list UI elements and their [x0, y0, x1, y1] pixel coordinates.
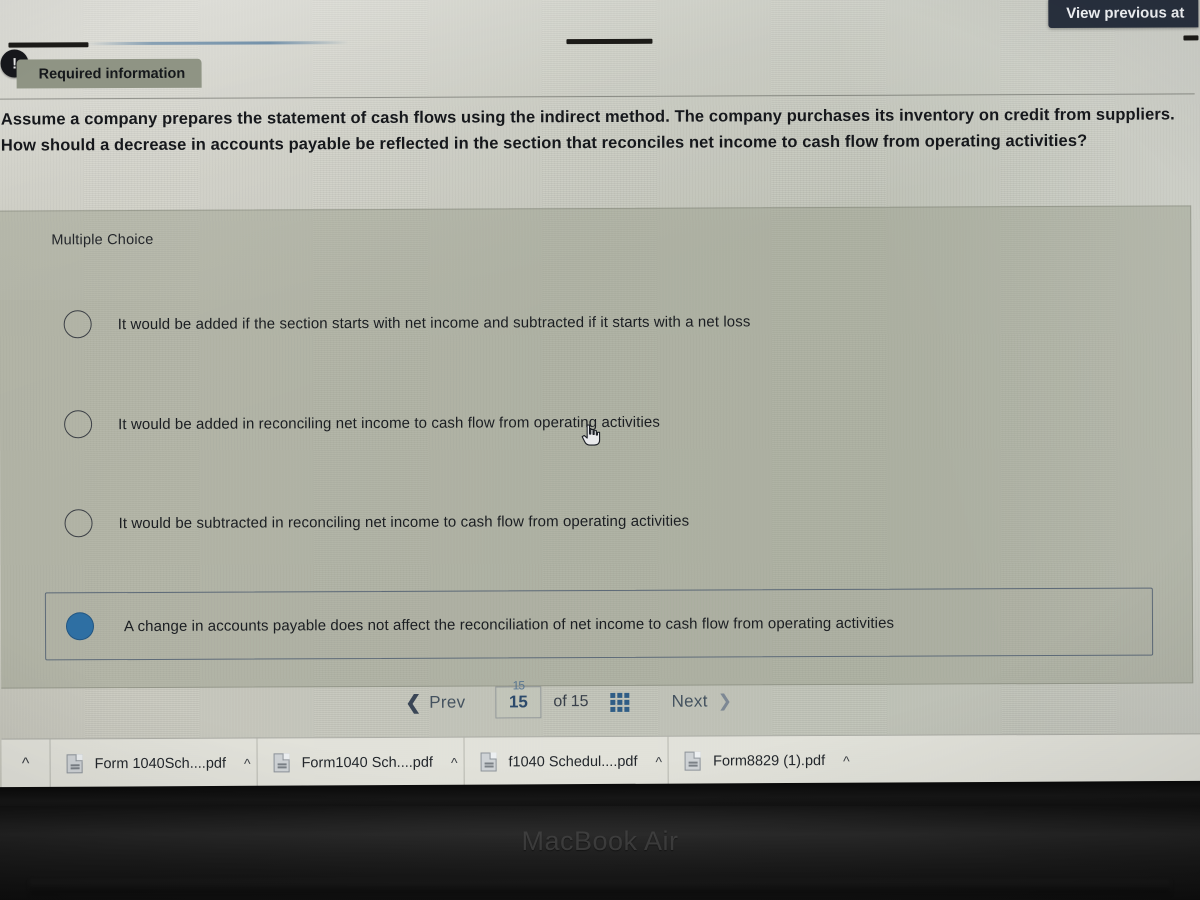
redaction-bar-left — [8, 42, 89, 48]
redaction-bar-center — [566, 38, 653, 45]
chevron-up-icon-1[interactable]: ^ — [244, 755, 251, 771]
choice-label-3: It would be subtracted in reconciling ne… — [118, 512, 690, 532]
pdf-file-icon — [480, 752, 497, 772]
browser-page: View previous at ! Required information … — [0, 0, 1200, 793]
chevron-up-icon-3[interactable]: ^ — [655, 753, 662, 769]
download-item-2[interactable]: Form1040 Sch....pdf ^ — [256, 737, 464, 789]
radio-button-4[interactable] — [65, 612, 95, 641]
pdf-file-icon — [685, 751, 702, 771]
pdf-file-icon — [66, 754, 83, 774]
download-filename-3: f1040 Schedul....pdf — [508, 753, 638, 770]
chevron-up-icon-4[interactable]: ^ — [843, 752, 850, 768]
redaction-bar-right — [1183, 35, 1199, 41]
question-type-label: Multiple Choice — [51, 231, 154, 249]
download-item-1[interactable]: Form 1040Sch....pdf ^ — [49, 738, 257, 789]
choice-option-4[interactable]: A change in accounts payable does not af… — [44, 587, 1154, 661]
download-item-3[interactable]: f1040 Schedul....pdf ^ — [463, 736, 669, 788]
question-pagination: ❮ Prev 15 15 of 15 Next ❯ — [405, 678, 805, 723]
radio-button-1[interactable] — [63, 310, 92, 339]
page-number-value: 15 — [508, 692, 528, 712]
required-information-label: Required information — [38, 65, 186, 82]
page-number-ghost: 15 — [512, 678, 525, 693]
chevron-up-icon-2[interactable]: ^ — [451, 754, 458, 770]
prev-button[interactable]: Prev — [429, 693, 465, 713]
shelf-expand-icon[interactable]: ^ — [2, 755, 50, 773]
download-shelf: ^ Form 1040Sch....pdf ^ Form1040 Sch....… — [1, 733, 1200, 789]
radio-button-2[interactable] — [64, 410, 93, 439]
choice-label-4: A change in accounts payable does not af… — [123, 614, 895, 635]
radio-button-3[interactable] — [64, 509, 93, 538]
chevron-right-icon[interactable]: ❯ — [718, 691, 732, 711]
pdf-file-icon — [273, 753, 290, 773]
choice-option-2[interactable]: It would be added in reconciling net inc… — [44, 388, 1154, 457]
next-button[interactable]: Next — [672, 692, 708, 712]
download-item-4[interactable]: Form8829 (1).pdf ^ — [667, 735, 856, 787]
header-divider — [0, 93, 1195, 100]
download-filename-2: Form1040 Sch....pdf — [301, 754, 433, 771]
view-previous-attempt-button[interactable]: View previous at — [1048, 0, 1199, 29]
grid-view-icon[interactable] — [610, 692, 630, 712]
total-pages-label: 15 — [570, 693, 589, 711]
view-previous-attempt-label: View previous at — [1066, 3, 1185, 22]
choice-option-3[interactable]: It would be subtracted in reconciling ne… — [44, 487, 1154, 556]
laptop-photo: View previous at ! Required information … — [0, 0, 1200, 900]
redaction-bar-blue — [86, 41, 349, 46]
of-label: of — [553, 693, 567, 711]
question-stem: Assume a company prepares the statement … — [0, 105, 1175, 155]
laptop-hinge — [30, 880, 1170, 894]
download-filename-4: Form8829 (1).pdf — [713, 752, 826, 770]
choice-label-1: It would be added if the section starts … — [117, 312, 751, 333]
device-brand-label: MacBook Air — [521, 826, 679, 856]
page-number-input[interactable]: 15 15 — [495, 678, 542, 719]
choice-option-1[interactable]: It would be added if the section starts … — [44, 288, 1154, 357]
required-information-tab[interactable]: Required information — [16, 58, 202, 89]
download-filename-1: Form 1040Sch....pdf — [94, 755, 227, 772]
choice-label-2: It would be added in reconciling net inc… — [118, 413, 660, 433]
chevron-left-icon[interactable]: ❮ — [405, 691, 421, 714]
